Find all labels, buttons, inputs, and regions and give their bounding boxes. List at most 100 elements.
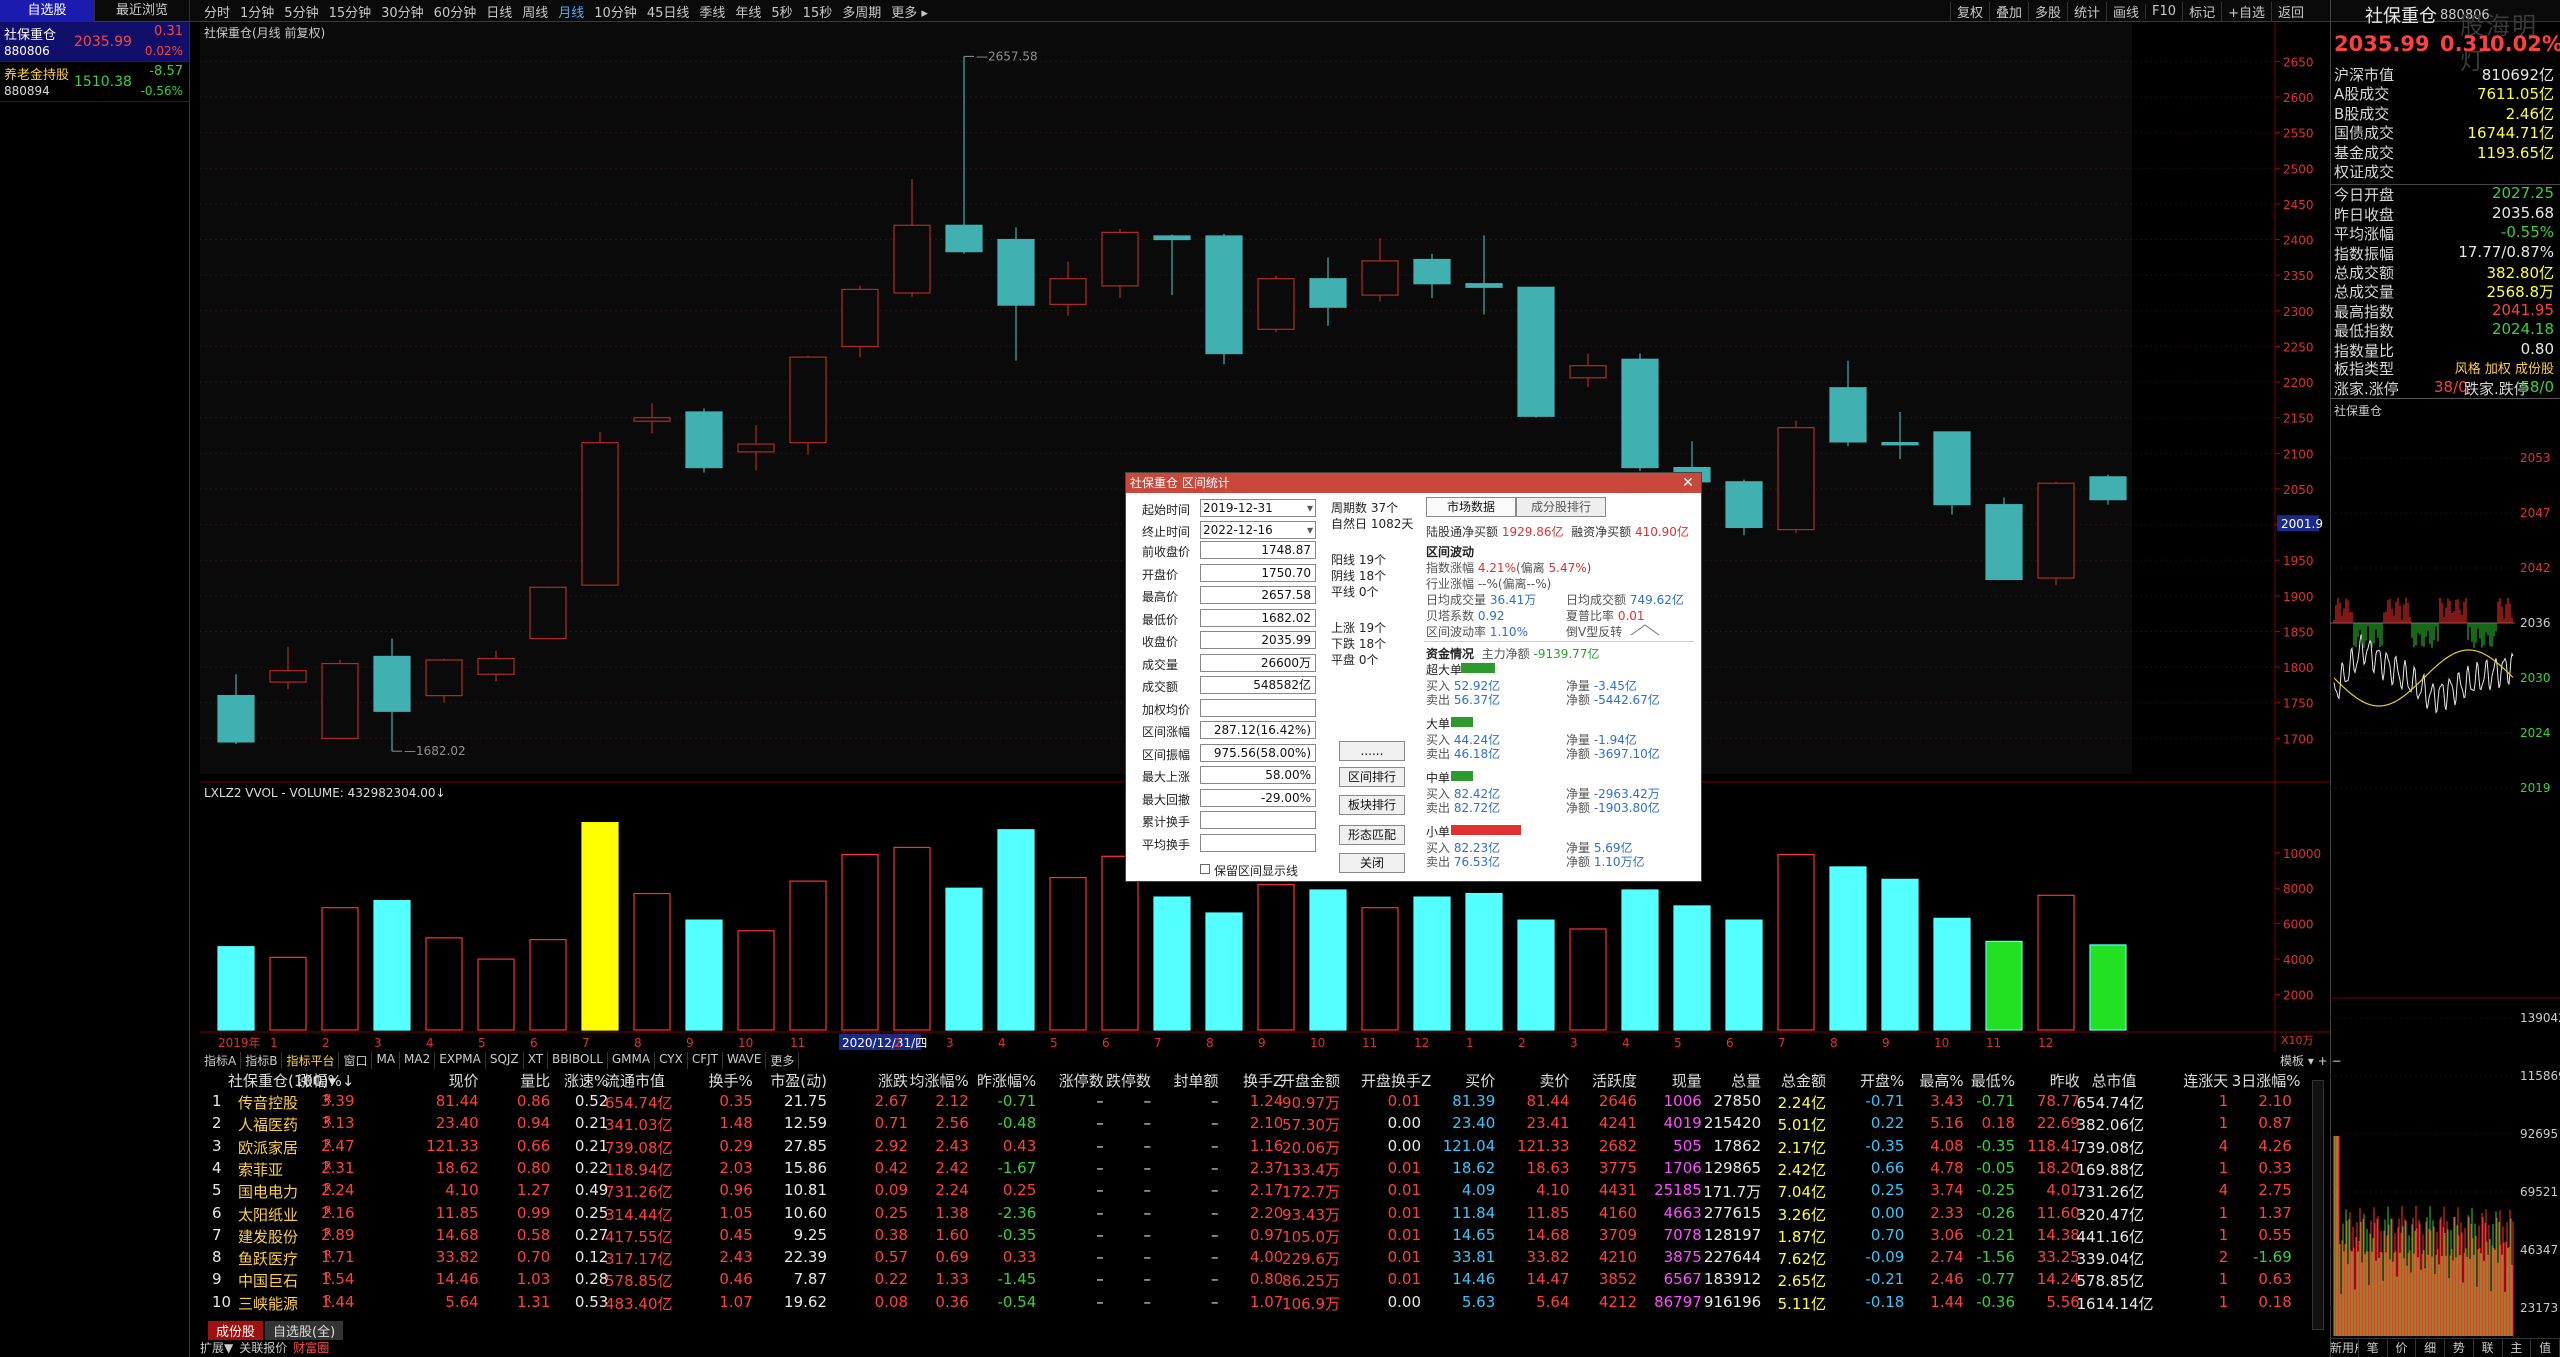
col-header[interactable]: 开盘% <box>1844 1070 1904 1091</box>
period-日线[interactable]: 日线 <box>482 2 516 21</box>
tool-标记[interactable]: 标记 <box>2182 1 2221 21</box>
expand-menu[interactable]: 扩展▼ <box>200 1339 233 1356</box>
stat-value[interactable]: 287.12(16.42%) <box>1200 721 1316 739</box>
indicator-tab[interactable]: MA2 <box>400 1052 436 1069</box>
period-45日线[interactable]: 45日线 <box>643 2 694 21</box>
tool-多股[interactable]: 多股 <box>2027 1 2067 21</box>
table-row[interactable]: 4 索菲亚 R 2.31 18.62 0.80 0.22 118.94亿 2.03 15.86 0.… <box>200 1159 2330 1181</box>
col-header[interactable]: 活跃度 <box>1577 1070 1637 1091</box>
tool-F10[interactable]: F10 <box>2145 3 2182 19</box>
period-周线[interactable]: 周线 <box>518 2 552 21</box>
tool-返回[interactable]: 返回 <box>2270 1 2310 21</box>
tool-+自选[interactable]: +自选 <box>2221 1 2271 21</box>
indicator-tab[interactable]: 更多 <box>766 1052 800 1069</box>
stock-name[interactable]: 传音控股 <box>238 1092 298 1113</box>
stock-name[interactable]: 人福医药 <box>238 1114 298 1135</box>
col-header[interactable]: 涨跌 <box>848 1070 908 1091</box>
col-header[interactable]: 开盘金额 <box>1280 1070 1340 1091</box>
list-item[interactable]: 养老金持股 880894 1510.38 -8.57 -0.56% <box>0 62 189 102</box>
col-header[interactable]: 换手% <box>693 1070 752 1091</box>
col-header[interactable]: 涨幅%↓ <box>295 1070 355 1091</box>
stat-value[interactable] <box>1200 698 1316 717</box>
col-header[interactable]: 市盈(动) <box>767 1070 827 1091</box>
stock-name[interactable]: 欧派家居 <box>238 1137 298 1158</box>
col-header[interactable]: 量比 <box>490 1070 550 1091</box>
indicator-tab[interactable]: BBIBOLL <box>548 1052 608 1069</box>
sector-rank-button[interactable]: 板块排行 <box>1339 795 1405 815</box>
col-header[interactable]: 昨收 <box>2020 1070 2080 1091</box>
stock-name[interactable]: 中国巨石 <box>238 1270 298 1291</box>
tool-统计[interactable]: 统计 <box>2067 1 2106 21</box>
col-header[interactable]: 最低% <box>1955 1070 2015 1091</box>
col-header[interactable]: 封单额 <box>1159 1070 1218 1091</box>
stock-name[interactable]: 建发股份 <box>238 1226 298 1247</box>
period-多周期[interactable]: 多周期 <box>838 2 885 21</box>
stat-value[interactable]: 2657.58 <box>1200 586 1316 604</box>
indicator-tab[interactable]: WAVE <box>723 1052 767 1069</box>
wealth-circle-tab[interactable]: 财富圈 <box>293 1339 329 1356</box>
start-date-input[interactable]: 2019-12-31 ▾ <box>1200 499 1316 517</box>
col-header[interactable]: 跌停数 <box>1091 1070 1151 1091</box>
close-icon[interactable]: ✕ <box>1679 474 1697 492</box>
quote-tab[interactable]: 笔 <box>2359 1339 2388 1357</box>
stat-value[interactable] <box>1200 811 1316 829</box>
table-row[interactable]: 1 传音控股 R 3.39 81.44 0.86 0.52 654.74亿 0.35 21.75 2… <box>200 1092 2330 1114</box>
indicator-tab[interactable]: MA <box>372 1052 401 1069</box>
stat-value[interactable]: 1748.87 <box>1200 541 1316 559</box>
table-scrollbar[interactable] <box>2312 1080 2324 1330</box>
period-1分钟[interactable]: 1分钟 <box>236 2 278 21</box>
period-15秒[interactable]: 15秒 <box>799 2 837 21</box>
indicator-tab[interactable]: XT <box>524 1052 549 1069</box>
stock-name[interactable]: 太阳纸业 <box>238 1204 298 1225</box>
stat-value[interactable]: 1750.70 <box>1200 563 1316 582</box>
table-row[interactable]: 7 建发股份 R 2.89 14.68 0.58 0.27 417.55亿 0.45 9.25 0.… <box>200 1226 2330 1248</box>
col-header[interactable]: 现价 <box>419 1070 479 1091</box>
col-header[interactable]: 换手Z <box>1223 1070 1283 1091</box>
table-row[interactable]: 6 太阳纸业 R 2.16 11.85 0.99 0.25 314.44亿 1.05 10.60 0… <box>200 1204 2330 1226</box>
period-30分钟[interactable]: 30分钟 <box>377 2 428 21</box>
table-row[interactable]: 10 三峡能源 R 1.44 5.64 1.31 0.53 483.40亿 1.07 19.62 0… <box>200 1293 2330 1315</box>
stat-value[interactable]: 548582亿 <box>1200 676 1316 694</box>
chevron-down-icon[interactable]: ▾ <box>1307 522 1313 538</box>
quote-tab[interactable]: 新用户福利专享 <box>2330 1339 2359 1357</box>
period-60分钟[interactable]: 60分钟 <box>430 2 481 21</box>
quote-tab[interactable]: 主 <box>2503 1339 2532 1357</box>
stat-value[interactable]: 58.00% <box>1200 766 1316 784</box>
period-更多 ▸[interactable]: 更多 ▸ <box>887 2 932 21</box>
stat-value[interactable]: 2035.99 <box>1200 631 1316 649</box>
col-header[interactable]: 卖价 <box>1510 1070 1569 1091</box>
col-header[interactable]: 开盘换手Z <box>1361 1070 1431 1091</box>
stat-value[interactable]: 1682.02 <box>1200 608 1316 627</box>
tab-components[interactable]: 成份股 <box>208 1321 264 1340</box>
tool-画线[interactable]: 画线 <box>2106 1 2145 21</box>
tab-component-rank[interactable]: 成分股排行 <box>1516 497 1606 517</box>
keep-range-checkbox[interactable] <box>1200 864 1210 874</box>
stock-name[interactable]: 鱼跃医疗 <box>238 1248 298 1269</box>
period-分时[interactable]: 分时 <box>200 2 234 21</box>
period-15分钟[interactable]: 15分钟 <box>325 2 376 21</box>
tab-watchlist[interactable]: 自选股 <box>0 0 95 22</box>
indicator-tab[interactable]: 窗口 <box>339 1052 373 1069</box>
table-row[interactable]: 5 国电电力 R 2.24 4.10 1.27 0.49 731.26亿 0.96 10.81 0.… <box>200 1181 2330 1203</box>
tab-recent[interactable]: 最近浏览 <box>95 0 190 22</box>
indicator-tab[interactable]: SQJZ <box>486 1052 524 1069</box>
end-date-input[interactable]: 2022-12-16 ▾ <box>1200 521 1316 539</box>
stat-value[interactable]: 26600万 <box>1200 653 1316 672</box>
period-5秒[interactable]: 5秒 <box>767 2 796 21</box>
quote-tab[interactable]: 势 <box>2445 1339 2474 1357</box>
stat-value[interactable]: -29.00% <box>1200 788 1316 807</box>
period-10分钟[interactable]: 10分钟 <box>590 2 641 21</box>
col-header[interactable]: 总市值 <box>2077 1070 2136 1091</box>
table-row[interactable]: 8 鱼跃医疗 R 1.71 33.82 0.70 0.12 317.17亿 2.43 22.39 0… <box>200 1248 2330 1270</box>
indicator-tab[interactable]: CFJT <box>688 1052 723 1069</box>
stock-name[interactable]: 索菲亚 <box>238 1159 283 1180</box>
quote-tab[interactable]: 联 <box>2474 1339 2503 1357</box>
tab-watchlist-all[interactable]: 自选股(全) <box>265 1321 344 1340</box>
quote-tab[interactable]: 值 <box>2531 1339 2560 1357</box>
col-header[interactable]: 3日涨幅% <box>2232 1070 2301 1091</box>
intraday-chart[interactable]: 2053 2047 2042 2036 2030 2024 2019 139042 115869… <box>2330 418 2560 1338</box>
col-header[interactable]: 涨速% <box>548 1070 608 1091</box>
quote-tab[interactable]: 价 <box>2388 1339 2417 1357</box>
tab-market-data[interactable]: 市场数据 <box>1426 497 1516 517</box>
col-header[interactable]: 均涨幅% <box>909 1070 968 1091</box>
